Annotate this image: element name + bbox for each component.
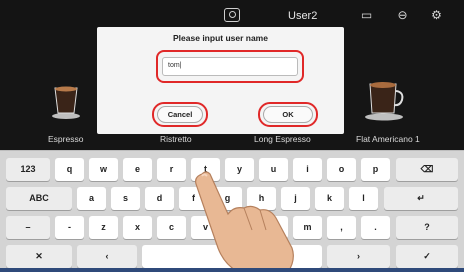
dialog-title: Please input user name (173, 33, 268, 43)
on-screen-keyboard: 123 q w e r t y u i o p ⌫ ABC a s d f g … (0, 150, 464, 272)
current-user-label: User2 (288, 10, 318, 22)
user-switch-icon[interactable] (224, 8, 240, 22)
key-c[interactable]: c (157, 216, 186, 239)
backspace-key[interactable]: ⌫ (396, 158, 458, 181)
input-highlight: tom| (156, 50, 304, 83)
ok-highlight: OK (258, 102, 318, 127)
key-period[interactable]: . (361, 216, 390, 239)
username-input[interactable]: tom| (162, 57, 298, 76)
key-r[interactable]: r (157, 158, 186, 181)
cursor-left-key[interactable]: ‹ (77, 245, 137, 268)
key-q[interactable]: q (55, 158, 84, 181)
espresso-cup-icon[interactable] (50, 82, 82, 120)
key-h[interactable]: h (247, 187, 276, 210)
key-y[interactable]: y (225, 158, 254, 181)
key-n[interactable]: n (259, 216, 288, 239)
key-p[interactable]: p (361, 158, 390, 181)
key-k[interactable]: k (315, 187, 344, 210)
screen: User2 ▭ ⊖ ⚙ Espresso Ristretto Long Espr… (0, 0, 464, 272)
key-123[interactable]: 123 (6, 158, 50, 181)
confirm-key[interactable]: ✓ (396, 245, 458, 268)
screen-icon[interactable]: ▭ (360, 9, 373, 22)
key-question[interactable]: ? (396, 216, 458, 239)
key-b[interactable]: b (225, 216, 254, 239)
key-i[interactable]: i (293, 158, 322, 181)
close-keyboard-key[interactable]: ✕ (6, 245, 72, 268)
ok-button[interactable]: OK (263, 106, 313, 123)
refresh-icon[interactable]: ⊖ (396, 9, 409, 22)
key-l[interactable]: l (349, 187, 378, 210)
key-u[interactable]: u (259, 158, 288, 181)
key-m[interactable]: m (293, 216, 322, 239)
drink-long-espresso-label[interactable]: Long Espresso (254, 134, 311, 144)
key-z[interactable]: z (89, 216, 118, 239)
americano-cup-icon[interactable] (364, 76, 406, 122)
key-dash-wide[interactable]: – (6, 216, 50, 239)
key-g[interactable]: g (213, 187, 242, 210)
key-w[interactable]: w (89, 158, 118, 181)
key-abc[interactable]: ABC (6, 187, 72, 210)
key-d[interactable]: d (145, 187, 174, 210)
key-comma[interactable]: , (327, 216, 356, 239)
cancel-button[interactable]: Cancel (157, 106, 203, 123)
settings-icon[interactable]: ⚙ (430, 9, 443, 22)
top-bar: User2 ▭ ⊖ ⚙ (0, 0, 464, 30)
key-v[interactable]: v (191, 216, 220, 239)
key-j[interactable]: j (281, 187, 310, 210)
drink-flat-americano-label[interactable]: Flat Americano 1 (356, 134, 420, 144)
username-dialog: Please input user name tom| Cancel OK (97, 27, 344, 134)
key-e[interactable]: e (123, 158, 152, 181)
key-f[interactable]: f (179, 187, 208, 210)
key-s[interactable]: s (111, 187, 140, 210)
enter-key[interactable]: ↵ (384, 187, 458, 210)
cursor-right-key[interactable]: › (327, 245, 390, 268)
key-hyphen[interactable]: - (55, 216, 84, 239)
key-x[interactable]: x (123, 216, 152, 239)
key-o[interactable]: o (327, 158, 356, 181)
drink-ristretto-label[interactable]: Ristretto (160, 134, 192, 144)
drink-espresso-label[interactable]: Espresso (48, 134, 83, 144)
key-t[interactable]: t (191, 158, 220, 181)
key-a[interactable]: a (77, 187, 106, 210)
cancel-highlight: Cancel (152, 102, 208, 127)
space-key[interactable] (142, 245, 322, 268)
bottom-strip (0, 268, 464, 272)
